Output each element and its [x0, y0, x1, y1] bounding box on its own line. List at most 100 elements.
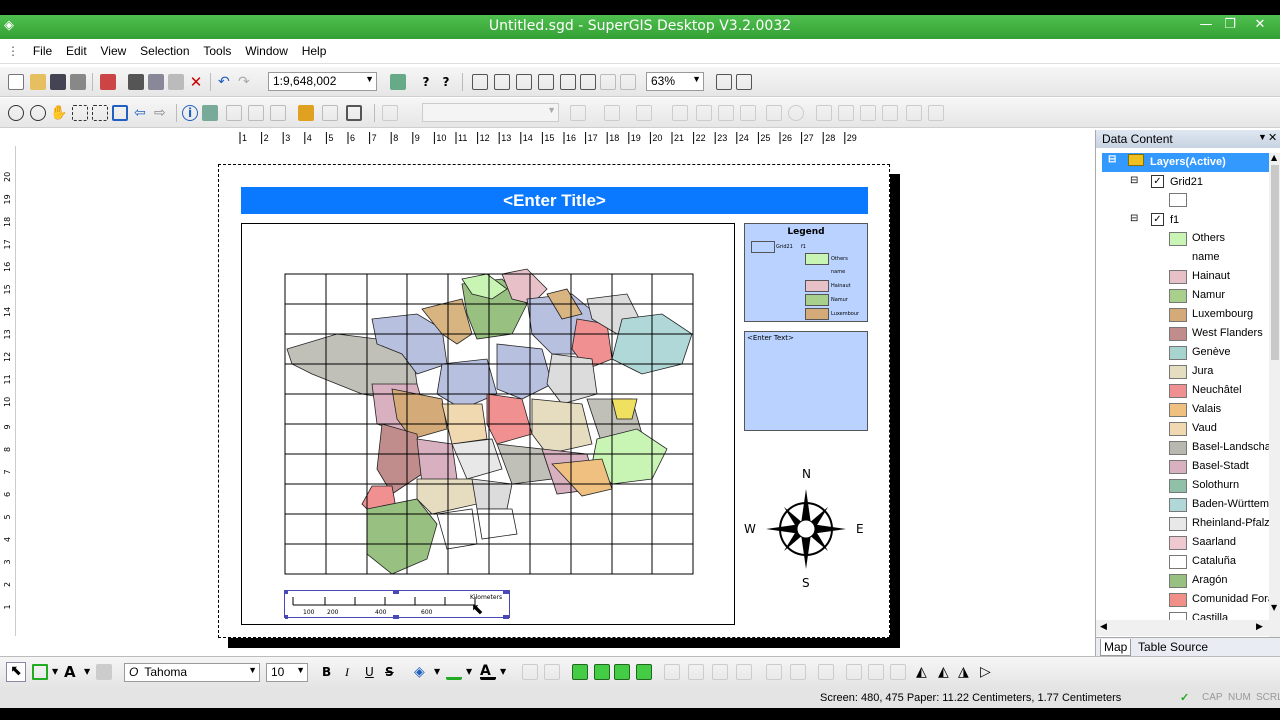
same-height-icon[interactable] — [890, 664, 906, 680]
class-item[interactable]: West Flanders — [1096, 325, 1269, 344]
print-icon[interactable] — [70, 74, 86, 90]
class-item[interactable]: Neuchâtel — [1096, 382, 1269, 401]
merge-icon[interactable] — [816, 105, 832, 121]
layout-zoom-out-icon[interactable] — [494, 74, 510, 90]
layer-checkbox[interactable]: ✓ — [1151, 213, 1164, 226]
context-help-icon[interactable]: ? — [438, 74, 454, 90]
next-extent-icon[interactable] — [620, 74, 636, 90]
menu-window[interactable]: Window — [240, 40, 293, 62]
dropdown-icon[interactable]: ▼ — [434, 667, 440, 676]
send-to-back-icon[interactable] — [594, 664, 610, 680]
panel-close-icon[interactable]: ✕ — [1268, 131, 1277, 144]
zoom-out-icon[interactable] — [30, 105, 46, 121]
delete-icon[interactable]: ✕ — [188, 74, 204, 90]
fixed-zoom-out-icon[interactable] — [560, 74, 576, 90]
full-extent-icon[interactable] — [112, 105, 128, 121]
paste-icon[interactable] — [168, 74, 184, 90]
scroll-right-icon[interactable]: ▶ — [1256, 622, 1263, 632]
fill-color-icon[interactable]: ◈ — [414, 664, 430, 680]
marker-icon[interactable] — [96, 664, 112, 680]
union-icon[interactable] — [838, 105, 854, 121]
class-item[interactable]: Castilla — [1096, 610, 1269, 620]
class-item[interactable]: Baden-Württemberg — [1096, 496, 1269, 515]
edit-vertex-icon[interactable] — [604, 105, 620, 121]
change-layout-icon[interactable] — [736, 74, 752, 90]
class-item[interactable]: Jura — [1096, 363, 1269, 382]
back-icon[interactable]: ⇦ — [134, 105, 150, 121]
class-item[interactable]: Hainaut — [1096, 268, 1269, 287]
map-frame[interactable] — [241, 223, 735, 625]
hyperlink-icon[interactable] — [298, 105, 314, 121]
map-title[interactable]: <Enter Title> — [241, 187, 868, 214]
class-item[interactable]: Cataluña — [1096, 553, 1269, 572]
editor-icon[interactable] — [382, 105, 398, 121]
class-list[interactable]: Others name Hainaut Namur Luxembourg West Fla… — [1096, 230, 1269, 620]
legend[interactable]: Legend Grid21 f1 Others name Hainaut Nam… — [744, 223, 868, 322]
font-color-icon[interactable]: A — [480, 664, 496, 680]
fixed-zoom-out-map-icon[interactable] — [92, 105, 108, 121]
dropdown-icon[interactable]: ▼ — [52, 667, 58, 676]
trace-icon[interactable] — [636, 105, 652, 121]
clear-selection-icon[interactable] — [226, 105, 242, 121]
layer-f1[interactable]: ⊟ ✓ f1 — [1096, 211, 1276, 230]
class-item[interactable]: Others — [1096, 230, 1269, 249]
scroll-up-icon[interactable]: ▲ — [1271, 153, 1277, 162]
close-icon[interactable]: ✕ — [1248, 17, 1272, 32]
class-item[interactable]: Valais — [1096, 401, 1269, 420]
undo-icon[interactable]: ↶ — [218, 74, 234, 90]
pan-icon[interactable]: ✋ — [50, 105, 67, 121]
forward-icon[interactable]: ⇨ — [154, 105, 170, 121]
flip-horizontal-icon[interactable]: ◮ — [958, 664, 974, 680]
bold-button[interactable]: B — [322, 665, 331, 679]
distribute-v-icon[interactable] — [846, 664, 862, 680]
class-item[interactable]: Luxembourg — [1096, 306, 1269, 325]
strikethrough-button[interactable]: S — [385, 665, 394, 679]
save-icon[interactable] — [50, 74, 66, 90]
north-arrow[interactable]: N S E W — [740, 466, 870, 592]
circle-icon[interactable] — [788, 105, 804, 121]
measure-icon[interactable] — [248, 105, 264, 121]
tab-map[interactable]: Map — [1100, 639, 1132, 656]
rotate-right-icon[interactable]: ◭ — [938, 664, 954, 680]
align-left-icon[interactable] — [664, 664, 680, 680]
text-box[interactable]: <Enter Text> — [744, 331, 868, 431]
restore-icon[interactable]: ❐ — [1218, 17, 1242, 32]
distribute-h-icon[interactable] — [818, 664, 834, 680]
group-icon[interactable] — [522, 664, 538, 680]
panel-menu-icon[interactable]: ▼ — [1258, 132, 1267, 142]
menu-selection[interactable]: Selection — [135, 40, 194, 62]
class-item[interactable]: Namur — [1096, 287, 1269, 306]
class-item[interactable]: Saarland — [1096, 534, 1269, 553]
split-icon[interactable] — [718, 105, 734, 121]
layer-grid21[interactable]: ⊟ ✓ Grid21 — [1096, 173, 1276, 192]
layout-zoom-in-icon[interactable] — [472, 74, 488, 90]
send-backward-icon[interactable] — [636, 664, 652, 680]
font-size-combo[interactable]: 10 ▼ — [266, 663, 308, 682]
add-data-icon[interactable] — [100, 74, 116, 90]
previous-extent-icon[interactable] — [600, 74, 616, 90]
panel-scrollbar[interactable]: ▲ ▼ — [1269, 153, 1280, 637]
menu-view[interactable]: View — [96, 40, 132, 62]
menu-help[interactable]: Help — [297, 40, 332, 62]
minimize-icon[interactable]: — — [1194, 17, 1218, 32]
clip-icon[interactable] — [882, 105, 898, 121]
tab-table-source[interactable]: Table Source — [1138, 640, 1208, 654]
scale-combo[interactable]: 1:9,648,002 ▼ — [268, 72, 377, 91]
sketch-icon[interactable] — [570, 105, 586, 121]
layer-checkbox[interactable]: ✓ — [1151, 175, 1164, 188]
snap-icon[interactable] — [672, 105, 688, 121]
zoom-combo[interactable]: 63% ▼ — [646, 72, 704, 91]
collapse-icon[interactable]: ⊟ — [1130, 213, 1138, 224]
refresh-icon[interactable] — [346, 105, 362, 121]
line-color-icon[interactable] — [446, 664, 462, 680]
align-top-icon[interactable] — [736, 664, 752, 680]
collapse-icon[interactable]: ⊟ — [1108, 154, 1116, 165]
open-icon[interactable] — [30, 74, 46, 90]
dropdown-icon[interactable]: ▼ — [466, 667, 472, 676]
align-middle-icon[interactable] — [766, 664, 782, 680]
menu-tools[interactable]: Tools — [198, 40, 236, 62]
bring-forward-icon[interactable] — [614, 664, 630, 680]
info-icon[interactable]: i — [182, 105, 198, 121]
scroll-thumb[interactable] — [1271, 165, 1279, 360]
fixed-zoom-in-icon[interactable] — [538, 74, 554, 90]
